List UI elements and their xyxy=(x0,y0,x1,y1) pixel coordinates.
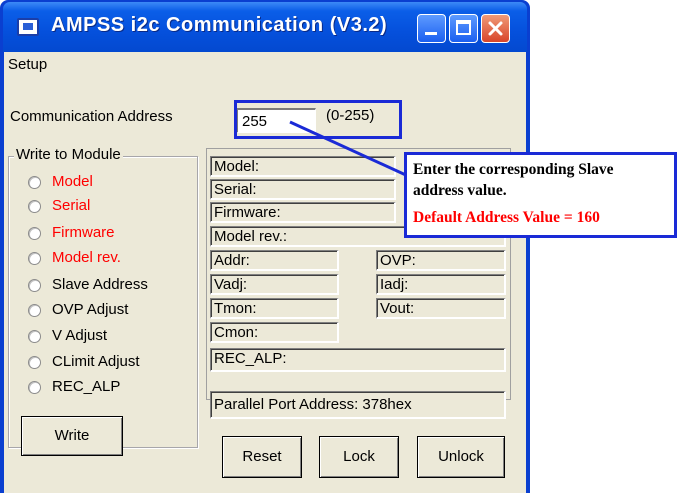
radio-slave-address[interactable]: Slave Address xyxy=(28,275,198,297)
radio-climit-adjust[interactable]: CLimit Adjust xyxy=(28,352,198,374)
window-title: AMPSS i2c Communication (V3.2) xyxy=(51,14,388,36)
radio-v-adjust[interactable]: V Adjust xyxy=(28,326,198,348)
radio-model[interactable]: Model xyxy=(28,172,198,194)
group-title: Write to Module xyxy=(14,146,123,163)
radio-label: REC_ALP xyxy=(52,378,121,395)
radio-label: V Adjust xyxy=(52,327,108,344)
annotation-callout: Enter the corresponding Slave address va… xyxy=(404,152,677,238)
radio-button[interactable] xyxy=(28,330,41,343)
menu-bar: Setup xyxy=(4,52,526,78)
parallel-port-field: Parallel Port Address: 378hex xyxy=(210,391,506,419)
write-button[interactable]: Write xyxy=(21,416,123,456)
radio-firmware[interactable]: Firmware xyxy=(28,223,198,245)
minimize-button[interactable] xyxy=(417,14,446,43)
maximize-icon xyxy=(456,20,471,35)
annotation-highlight-box xyxy=(234,100,402,139)
radio-ovp-adjust[interactable]: OVP Adjust xyxy=(28,300,198,322)
cmon-field: Cmon: xyxy=(210,322,339,343)
close-icon xyxy=(488,21,503,36)
serial-field: Serial: xyxy=(210,179,396,200)
radio-button[interactable] xyxy=(28,200,41,213)
radio-label: CLimit Adjust xyxy=(52,353,140,370)
callout-line-2: address value. xyxy=(413,182,507,199)
lock-button[interactable]: Lock xyxy=(319,436,399,478)
title-bar[interactable]: AMPSS i2c Communication (V3.2) xyxy=(3,2,527,52)
menu-setup[interactable]: Setup xyxy=(8,56,47,73)
ovp-field: OVP: xyxy=(376,250,506,271)
radio-button[interactable] xyxy=(28,252,41,265)
radio-rec-alp[interactable]: REC_ALP xyxy=(28,377,198,399)
vout-field: Vout: xyxy=(376,298,506,319)
radio-button[interactable] xyxy=(28,356,41,369)
radio-button[interactable] xyxy=(28,176,41,189)
radio-label: OVP Adjust xyxy=(52,301,129,318)
radio-button[interactable] xyxy=(28,227,41,240)
radio-label: Model rev. xyxy=(52,249,121,266)
radio-label: Model xyxy=(52,173,93,190)
vadj-field: Vadj: xyxy=(210,274,339,295)
iadj-field: Iadj: xyxy=(376,274,506,295)
minimize-icon xyxy=(425,32,437,35)
close-button[interactable] xyxy=(481,14,510,43)
radio-button[interactable] xyxy=(28,304,41,317)
reset-button[interactable]: Reset xyxy=(222,436,302,478)
communication-address-label: Communication Address xyxy=(10,108,173,125)
rec-alp-field: REC_ALP: xyxy=(210,348,506,372)
radio-label: Serial xyxy=(52,197,91,214)
app-icon xyxy=(17,18,39,36)
radio-serial[interactable]: Serial xyxy=(28,196,198,218)
tmon-field: Tmon: xyxy=(210,298,339,319)
radio-model-rev[interactable]: Model rev. xyxy=(28,248,198,270)
callout-line-3: Default Address Value = 160 xyxy=(413,209,600,226)
radio-button[interactable] xyxy=(28,279,41,292)
callout-line-1: Enter the corresponding Slave xyxy=(413,161,614,178)
application-window: AMPSS i2c Communication (V3.2) Setup Com… xyxy=(0,0,530,493)
model-field: Model: xyxy=(210,156,396,177)
radio-label: Slave Address xyxy=(52,276,148,293)
firmware-field: Firmware: xyxy=(210,202,396,223)
addr-field: Addr: xyxy=(210,250,339,271)
radio-button[interactable] xyxy=(28,381,41,394)
radio-label: Firmware xyxy=(52,224,115,241)
client-area: Setup Communication Address 255 (0-255) … xyxy=(4,52,526,493)
unlock-button[interactable]: Unlock xyxy=(417,436,505,478)
maximize-button[interactable] xyxy=(449,14,478,43)
